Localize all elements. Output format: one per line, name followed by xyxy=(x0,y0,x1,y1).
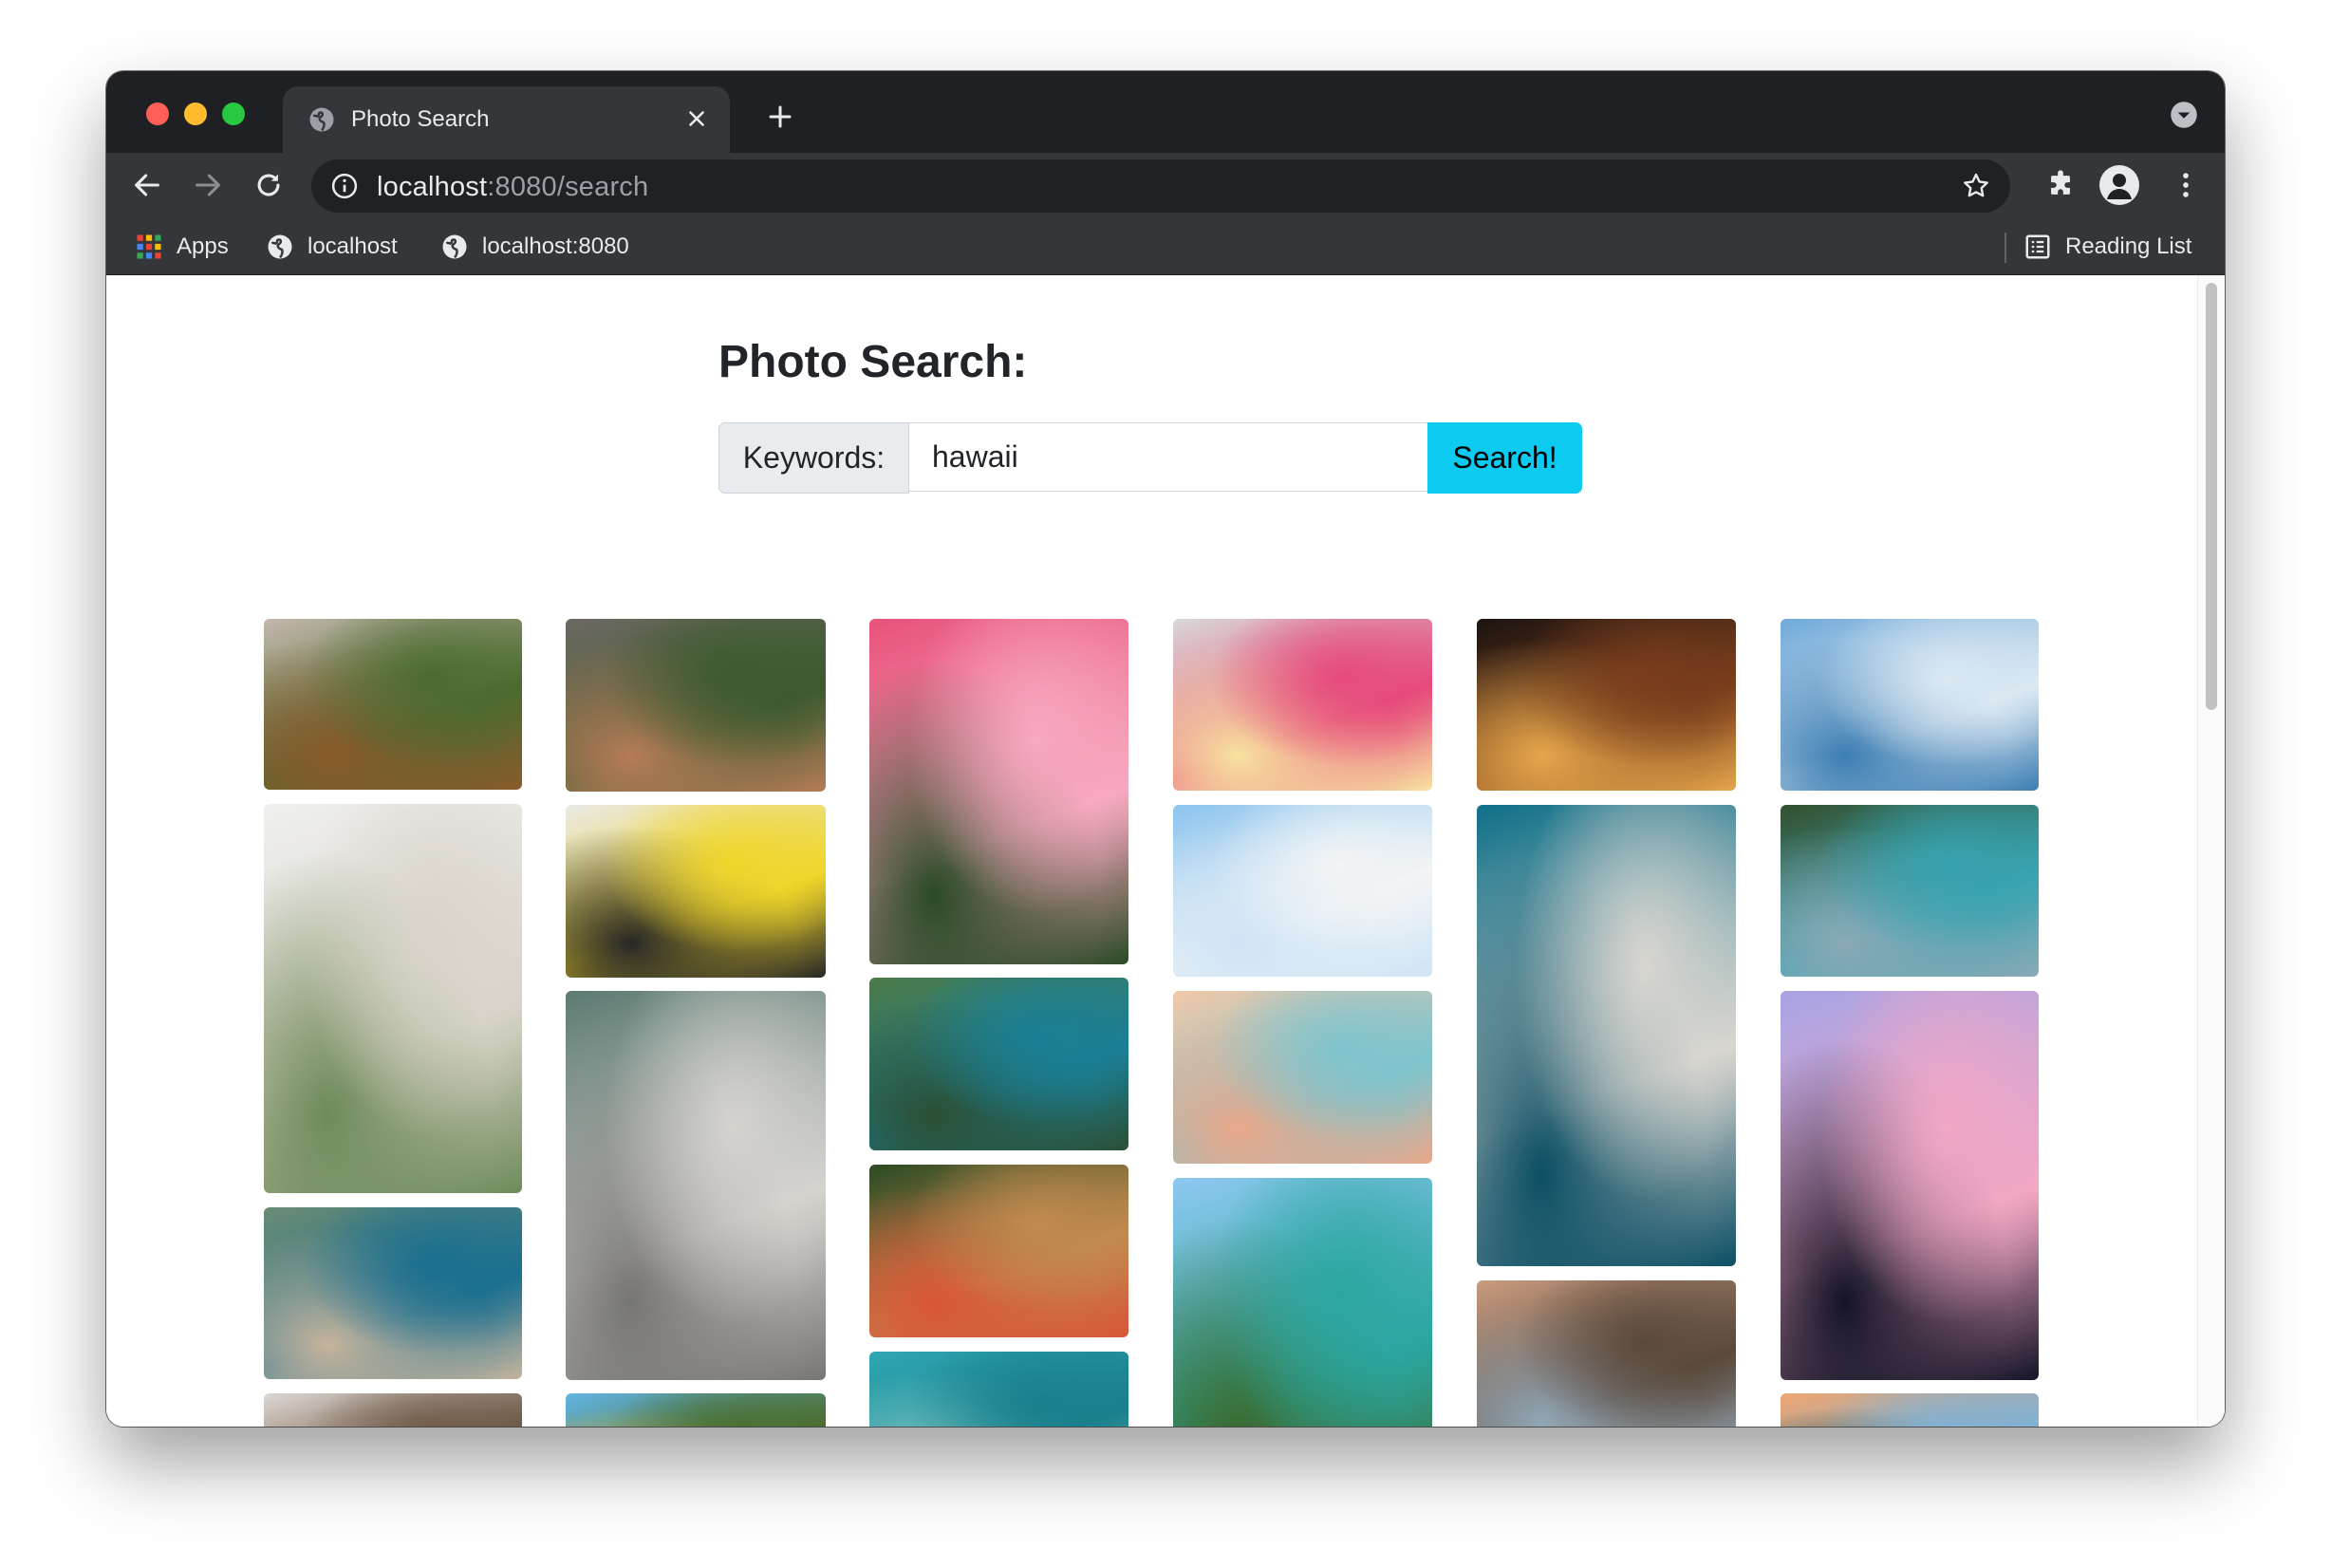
globe-icon xyxy=(268,234,292,259)
close-window-button[interactable] xyxy=(146,103,169,125)
bookmark-apps[interactable]: Apps xyxy=(135,231,229,263)
new-tab-icon[interactable] xyxy=(766,103,794,131)
profile-avatar[interactable] xyxy=(2099,165,2139,205)
tab-search-icon[interactable] xyxy=(2170,101,2198,129)
forward-icon[interactable] xyxy=(192,169,224,201)
reading-list-button[interactable]: Reading List xyxy=(2023,231,2191,263)
url-path: :8080/search xyxy=(487,172,649,202)
person-icon xyxy=(2107,174,2132,199)
close-tab-icon[interactable] xyxy=(684,106,709,131)
browser-tab[interactable]: Photo Search xyxy=(283,86,730,153)
back-icon[interactable] xyxy=(131,169,163,201)
photo-sunset-rocks[interactable] xyxy=(1477,1280,1736,1427)
photo-beach-couple[interactable] xyxy=(1173,805,1432,977)
more-menu-icon[interactable] xyxy=(2170,169,2202,201)
photo-colorful-palms[interactable] xyxy=(566,1393,826,1427)
photo-salad-bowls[interactable] xyxy=(566,619,826,792)
photo-palm-sky[interactable] xyxy=(264,1393,522,1427)
photo-palm-silhouettes[interactable] xyxy=(1781,991,2039,1380)
photo-white-room[interactable] xyxy=(264,804,522,1193)
photo-burger-beer[interactable] xyxy=(1477,619,1736,791)
url-host: localhost xyxy=(377,172,488,202)
keywords-label: Keywords: xyxy=(718,422,909,494)
site-info-icon[interactable] xyxy=(330,172,359,200)
bookmarks-divider xyxy=(2005,233,2006,263)
bookmark-localhost[interactable]: localhost xyxy=(266,231,398,263)
minimize-window-button[interactable] xyxy=(184,103,207,125)
search-button[interactable]: Search! xyxy=(1427,422,1582,494)
address-bar[interactable]: localhost:8080/search xyxy=(311,159,2010,213)
search-form: Keywords: Search! xyxy=(718,422,1585,494)
url-text[interactable]: localhost:8080/search xyxy=(377,172,648,203)
bookmark-localhost-label: localhost xyxy=(308,233,398,259)
photo-rocky-coast[interactable] xyxy=(264,1207,522,1379)
browser-window: Photo Search localhost:8080/search Apps … xyxy=(106,71,2225,1427)
page-scrollbar[interactable] xyxy=(2197,275,2225,1427)
photo-mountain-aerial[interactable] xyxy=(869,978,1128,1150)
extensions-icon[interactable] xyxy=(2044,169,2077,201)
photo-green-cliffs[interactable] xyxy=(1781,805,2039,977)
photo-palm-beach[interactable] xyxy=(1173,1178,1432,1427)
globe-icon xyxy=(309,107,334,132)
reading-list-icon xyxy=(2025,234,2050,259)
tab-title: Photo Search xyxy=(351,106,490,132)
photo-palm-road[interactable] xyxy=(566,991,826,1380)
apps-grid-icon xyxy=(137,234,161,259)
photo-surfboards[interactable] xyxy=(869,1165,1128,1337)
scrollbar-thumb[interactable] xyxy=(2206,283,2217,710)
bookmark-localhost-8080-label: localhost:8080 xyxy=(482,233,629,259)
page-title: Photo Search: xyxy=(718,337,1028,387)
reading-list-label: Reading List xyxy=(2065,233,2192,259)
page-content: Photo Search: Keywords: Search! xyxy=(106,275,2225,1427)
bookmark-localhost-8080[interactable]: localhost:8080 xyxy=(440,231,629,263)
photo-beach-sunset[interactable] xyxy=(1173,991,1432,1164)
bookmark-apps-label: Apps xyxy=(177,233,229,259)
photo-grilled-steak[interactable] xyxy=(264,619,522,790)
photo-yellow-door[interactable] xyxy=(566,805,826,978)
photo-aerial-shoreline[interactable] xyxy=(1477,805,1736,1266)
globe-icon xyxy=(442,234,467,259)
photo-ocean-sunrise[interactable] xyxy=(1781,619,2039,791)
maximize-window-button[interactable] xyxy=(222,103,245,125)
photo-sunset-palms[interactable] xyxy=(1781,1393,2039,1427)
photo-pink-daisy[interactable] xyxy=(1173,619,1432,791)
navigation-toolbar: localhost:8080/search xyxy=(106,153,2225,217)
photo-sea-turtle[interactable] xyxy=(869,1352,1128,1427)
bookmarks-bar: Apps localhost localhost:8080 Reading Li… xyxy=(106,217,2225,275)
bookmark-star-icon[interactable] xyxy=(1961,171,1991,201)
title-bar: Photo Search xyxy=(106,71,2225,153)
photo-pink-flowers[interactable] xyxy=(869,619,1128,964)
keywords-input[interactable] xyxy=(909,422,1427,492)
reload-icon[interactable] xyxy=(252,169,285,201)
